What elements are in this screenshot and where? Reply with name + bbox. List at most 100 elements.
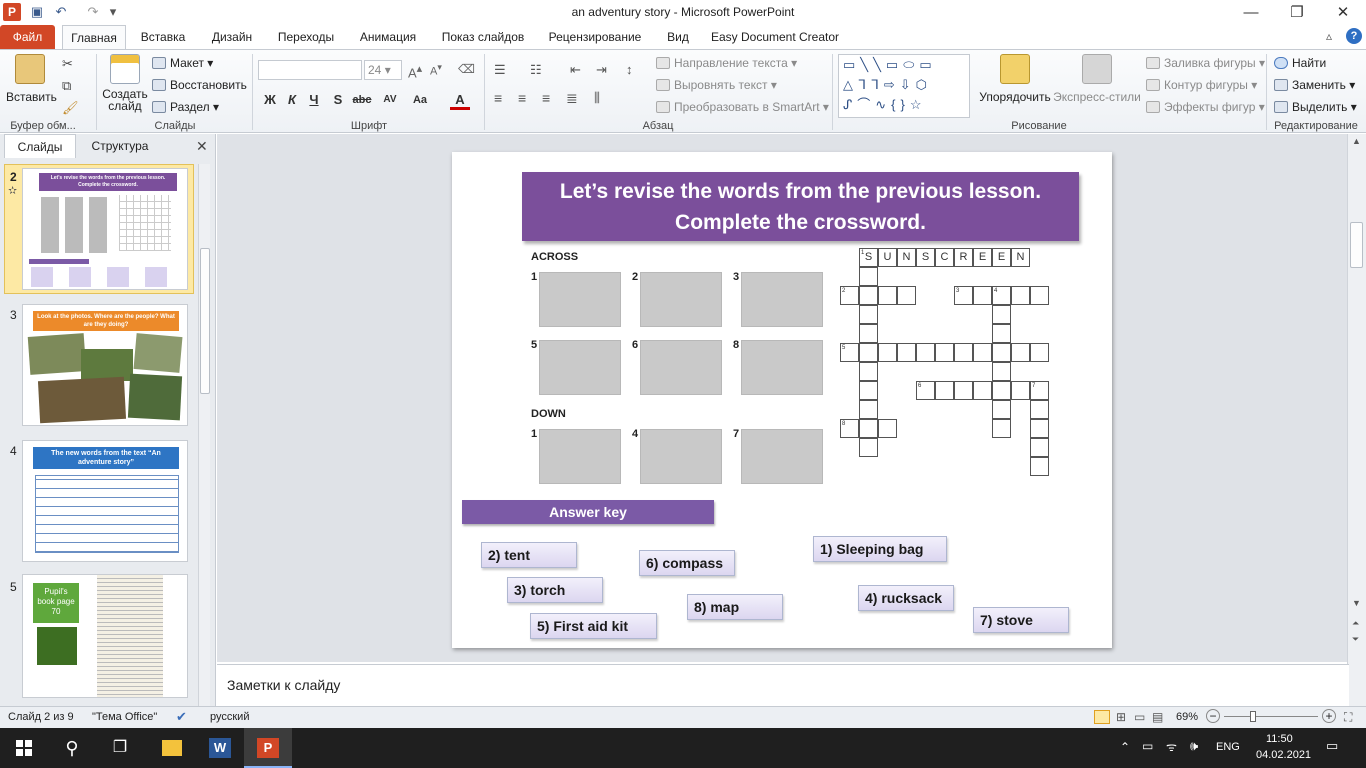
slide-thumbnail-2[interactable]: Let's revise the words from the previous… <box>22 168 188 290</box>
minimize-ribbon-icon[interactable]: ▵ <box>1326 29 1332 43</box>
cut-icon[interactable]: ✂ <box>62 56 73 72</box>
tab-review[interactable]: Рецензирование <box>540 25 650 49</box>
maximize-button[interactable]: ❐ <box>1274 0 1320 25</box>
volume-icon[interactable]: 🕪 <box>1190 738 1198 754</box>
tab-transitions[interactable]: Переходы <box>270 25 342 49</box>
find-button[interactable]: Найти <box>1274 56 1326 70</box>
indent-increase-icon[interactable]: ⇥ <box>596 62 607 78</box>
theme-name[interactable]: "Тема Office" <box>92 711 157 723</box>
slide-canvas[interactable]: Let’s revise the words from the previous… <box>452 152 1112 648</box>
zoom-in-icon[interactable]: + <box>1322 709 1336 723</box>
panel-scrollbar[interactable] <box>198 164 210 706</box>
notifications-icon[interactable]: ▭ <box>1326 738 1338 754</box>
answer-map[interactable]: 8) map <box>687 594 783 620</box>
numbering-icon[interactable]: ☷ <box>530 62 542 78</box>
tab-file[interactable]: Файл <box>0 25 55 49</box>
search-icon[interactable]: ⚲ <box>48 728 96 768</box>
font-size-combo[interactable]: 24 ▾ <box>364 60 402 80</box>
scroll-thumb[interactable] <box>1350 222 1363 268</box>
italic-icon[interactable]: К <box>282 90 302 110</box>
copy-icon[interactable]: ⧉ <box>62 78 71 94</box>
font-color-icon[interactable]: A <box>450 90 470 110</box>
quick-styles-button[interactable]: Экспресс-стили <box>1052 54 1142 118</box>
clock-time[interactable]: 11:50 <box>1266 733 1293 745</box>
shape-fill-button[interactable]: Заливка фигуры ▾ <box>1146 56 1265 70</box>
font-name-combo[interactable] <box>258 60 362 80</box>
next-slide-icon[interactable]: ⏷ <box>1352 634 1359 645</box>
replace-button[interactable]: Заменить ▾ <box>1274 78 1355 92</box>
shrink-font-icon[interactable]: A▾ <box>430 62 442 78</box>
slide-sorter-icon[interactable]: ⊞ <box>1116 710 1126 724</box>
wifi-icon[interactable]: ᯤ <box>1166 738 1177 755</box>
slide-thumbnail-5[interactable]: Pupil's book page 70 <box>22 574 188 698</box>
scroll-down-icon[interactable]: ▼ <box>1352 598 1361 608</box>
columns-icon[interactable]: ⫼ <box>594 90 600 106</box>
select-button[interactable]: Выделить ▾ <box>1274 100 1357 114</box>
tab-slides[interactable]: Слайды <box>4 134 76 158</box>
panel-scroll-thumb[interactable] <box>200 248 210 394</box>
answer-compass[interactable]: 6) compass <box>639 550 735 576</box>
arrange-button[interactable]: Упорядочить <box>978 54 1052 118</box>
answer-sleeping-bag[interactable]: 1) Sleeping bag <box>813 536 947 562</box>
grow-font-icon[interactable]: A▴ <box>408 62 422 80</box>
shape-effects-button[interactable]: Эффекты фигур ▾ <box>1146 100 1265 114</box>
slide-thumbnail-3[interactable]: Look at the photos. Where are the people… <box>22 304 188 426</box>
notes-pane[interactable]: Заметки к слайду <box>217 664 1349 706</box>
spacing-icon[interactable]: AV <box>380 90 400 110</box>
line-spacing-icon[interactable]: ↕ <box>626 62 633 77</box>
answer-first-aid-kit[interactable]: 5) First aid kit <box>530 613 657 639</box>
new-slide-button[interactable]: Создать слайд <box>100 54 150 118</box>
tray-chevron-icon[interactable]: ⌃ <box>1120 740 1130 754</box>
layout-button[interactable]: Макет ▾ <box>152 56 213 70</box>
smartart-button[interactable]: Преобразовать в SmartArt ▾ <box>656 100 829 114</box>
tab-insert[interactable]: Вставка <box>134 25 192 49</box>
clock-date[interactable]: 04.02.2021 <box>1256 749 1311 761</box>
fit-slide-icon[interactable]: ⛶ <box>1344 710 1352 725</box>
zoom-slider-handle[interactable] <box>1250 711 1256 722</box>
reading-view-icon[interactable]: ▭ <box>1134 710 1145 724</box>
keyboard-language[interactable]: ENG <box>1216 741 1240 753</box>
text-direction-button[interactable]: Направление текста ▾ <box>656 56 797 70</box>
shadow-icon[interactable]: S <box>328 90 348 110</box>
bold-icon[interactable]: Ж <box>260 90 280 110</box>
powerpoint-taskbar-icon[interactable]: P <box>244 728 292 768</box>
scroll-up-icon[interactable]: ▲ <box>1352 136 1361 146</box>
align-text-button[interactable]: Выровнять текст ▾ <box>656 78 777 92</box>
change-case-icon[interactable]: Aa <box>410 90 430 110</box>
editor-scrollbar[interactable]: ▲ ▼ ⏶ ⏷ <box>1347 134 1366 706</box>
language[interactable]: русский <box>210 711 249 723</box>
close-panel-icon[interactable]: ✕ <box>196 138 208 155</box>
spellcheck-icon[interactable]: ✔ <box>176 709 187 725</box>
word-icon[interactable]: W <box>196 728 244 768</box>
paste-button[interactable]: Вставить <box>6 54 57 118</box>
strikethrough-icon[interactable]: abc <box>352 90 372 110</box>
minimize-button[interactable]: — <box>1228 0 1274 25</box>
normal-view-icon[interactable] <box>1094 710 1110 724</box>
align-center-icon[interactable]: ≡ <box>518 90 526 106</box>
prev-slide-icon[interactable]: ⏶ <box>1352 618 1359 629</box>
tab-outline[interactable]: Структура <box>80 134 160 158</box>
reset-button[interactable]: Восстановить <box>152 78 247 92</box>
bullets-icon[interactable]: ☰ <box>494 62 506 78</box>
network-icon[interactable]: ▭ <box>1142 739 1153 753</box>
tab-view[interactable]: Вид <box>660 25 696 49</box>
answer-rucksack[interactable]: 4) rucksack <box>858 585 954 611</box>
tab-slideshow[interactable]: Показ слайдов <box>436 25 530 49</box>
tab-home[interactable]: Главная <box>62 25 126 50</box>
slideshow-icon[interactable]: ▤ <box>1152 710 1163 724</box>
file-explorer-icon[interactable] <box>148 728 196 768</box>
shape-outline-button[interactable]: Контур фигуры ▾ <box>1146 78 1257 92</box>
answer-tent[interactable]: 2) tent <box>481 542 577 568</box>
answer-stove[interactable]: 7) stove <box>973 607 1069 633</box>
tab-animation[interactable]: Анимация <box>352 25 424 49</box>
zoom-slider[interactable] <box>1224 716 1318 717</box>
section-button[interactable]: Раздел ▾ <box>152 100 219 114</box>
close-button[interactable]: ✕ <box>1320 0 1366 25</box>
underline-icon[interactable]: Ч <box>304 90 324 110</box>
align-right-icon[interactable]: ≡ <box>542 90 550 106</box>
justify-icon[interactable]: ≣ <box>566 90 578 107</box>
slide-title[interactable]: Let’s revise the words from the previous… <box>522 172 1079 241</box>
task-view-icon[interactable]: ❐ <box>96 728 144 768</box>
align-left-icon[interactable]: ≡ <box>494 90 502 106</box>
tab-easy-document-creator[interactable]: Easy Document Creator <box>708 25 842 49</box>
